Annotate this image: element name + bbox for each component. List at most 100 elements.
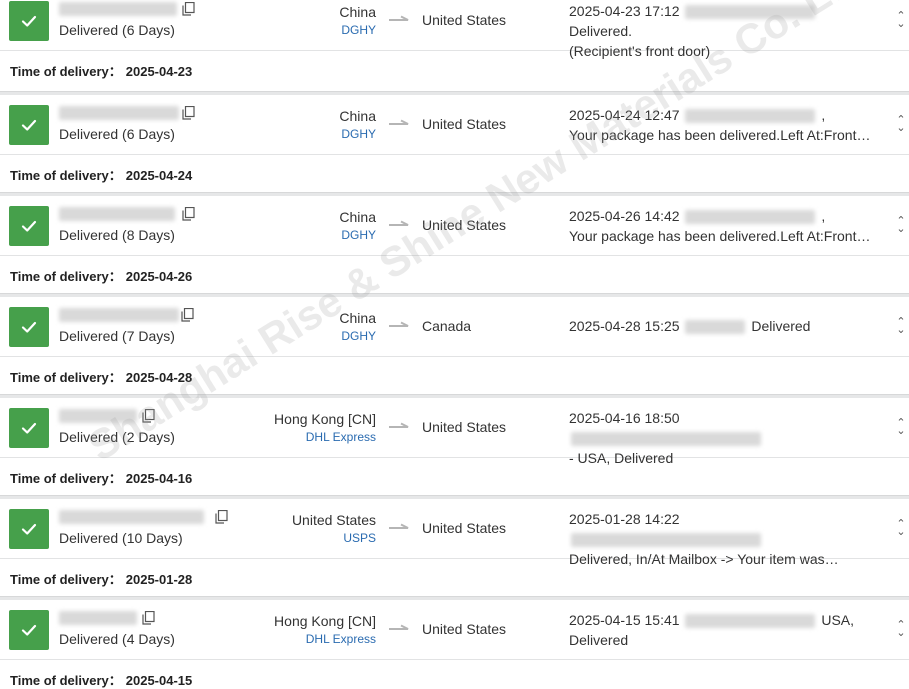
shipment-summary[interactable]: Delivered (10 Days) United States USPS U… xyxy=(0,499,909,567)
delivery-time-row: Time of delivery： 2025-04-15 xyxy=(0,660,909,689)
origin-country: China DGHY xyxy=(339,3,376,39)
carrier-link[interactable]: DGHY xyxy=(339,21,376,39)
arrow-right-icon xyxy=(389,15,409,21)
copy-icon[interactable] xyxy=(181,308,194,322)
origin-label: China xyxy=(339,4,376,20)
tracking-number[interactable] xyxy=(59,104,179,122)
delivery-time-label: Time of delivery： xyxy=(10,64,122,79)
redacted-location xyxy=(571,533,761,548)
chevron-up-down-icon[interactable]: ⌃ ⌄ xyxy=(895,620,907,639)
event-time: 2025-04-23 17:12 xyxy=(569,3,680,19)
tracking-number[interactable] xyxy=(59,306,179,324)
delivery-time-row: Time of delivery： 2025-04-26 xyxy=(0,256,909,295)
destination-country: United States xyxy=(422,520,507,536)
event-line-1: 2025-04-15 15:41 USA, xyxy=(569,610,874,630)
carrier-link[interactable]: DGHY xyxy=(339,125,376,143)
carrier-link[interactable]: DGHY xyxy=(339,327,376,345)
event-time: 2025-01-28 14:22 xyxy=(569,511,680,527)
event-line-2: (Recipient's front door) xyxy=(569,43,711,59)
copy-icon[interactable] xyxy=(182,207,195,221)
arrow-right-icon xyxy=(389,220,409,226)
delivery-date: 2025-04-26 xyxy=(125,269,193,284)
chevron-up-down-icon[interactable]: ⌃ ⌄ xyxy=(895,115,907,134)
event-line-1: 2025-01-28 14:22 xyxy=(569,509,874,549)
delivery-date: 2025-04-23 xyxy=(125,64,193,79)
event-tail: USA, xyxy=(821,612,855,628)
shipment-card[interactable]: Delivered (6 Days) China DGHY United Sta… xyxy=(0,0,909,92)
arrow-right-icon xyxy=(389,119,409,125)
tracking-number[interactable] xyxy=(59,508,204,526)
shipment-card[interactable]: Delivered (8 Days) China DGHY United Sta… xyxy=(0,193,909,294)
check-icon xyxy=(9,1,49,41)
origin-label: United States xyxy=(291,512,376,528)
shipment-card[interactable]: Delivered (2 Days) Hong Kong [CN] DHL Ex… xyxy=(0,395,909,496)
carrier-link[interactable]: DHL Express xyxy=(274,630,376,648)
tracking-number[interactable] xyxy=(59,407,179,425)
shipment-list: Delivered (6 Days) China DGHY United Sta… xyxy=(0,0,909,689)
event-line-2: Delivered, In/At Mailbox -> Your item wa… xyxy=(569,551,839,567)
tracking-number[interactable] xyxy=(59,0,179,18)
copy-icon[interactable] xyxy=(215,510,228,524)
origin-label: China xyxy=(339,209,376,225)
carrier-link[interactable]: DGHY xyxy=(339,226,376,244)
shipment-card[interactable]: Delivered (7 Days) China DGHY Canada 202… xyxy=(0,294,909,395)
shipment-card[interactable]: Delivered (6 Days) China DGHY United Sta… xyxy=(0,92,909,193)
shipment-summary[interactable]: Delivered (6 Days) China DGHY United Sta… xyxy=(0,95,909,155)
event-line-1: 2025-04-24 12:47 , xyxy=(569,105,874,125)
delivery-status: Delivered (10 Days) xyxy=(59,530,183,546)
latest-event: 2025-04-28 15:25 Delivered xyxy=(569,307,874,335)
chevron-up-down-icon[interactable]: ⌃ ⌄ xyxy=(895,11,907,30)
delivery-time-label: Time of delivery： xyxy=(10,572,122,587)
chevron-up-down-icon[interactable]: ⌃ ⌄ xyxy=(895,519,907,538)
copy-icon[interactable] xyxy=(182,106,195,120)
event-time: 2025-04-24 12:47 xyxy=(569,107,680,123)
event-tail: Delivered. xyxy=(569,23,633,39)
delivery-time-label: Time of delivery： xyxy=(10,269,122,284)
delivery-time-row: Time of delivery： 2025-04-24 xyxy=(0,155,909,194)
carrier-link[interactable]: USPS xyxy=(292,529,376,547)
event-line-1: 2025-04-23 17:12 Delivered. xyxy=(569,1,874,41)
shipment-summary[interactable]: Delivered (7 Days) China DGHY Canada 202… xyxy=(0,297,909,357)
delivery-status: Delivered (8 Days) xyxy=(59,227,175,243)
chevron-up-down-icon[interactable]: ⌃ ⌄ xyxy=(895,317,907,336)
event-tail: Delivered xyxy=(751,318,811,334)
copy-icon[interactable] xyxy=(142,409,155,423)
chevron-up-down-icon[interactable]: ⌃ ⌄ xyxy=(895,216,907,235)
redacted-location xyxy=(685,109,816,124)
copy-icon[interactable] xyxy=(182,2,195,16)
shipment-card[interactable]: Delivered (4 Days) Hong Kong [CN] DHL Ex… xyxy=(0,597,909,689)
shipment-card[interactable]: Delivered (10 Days) United States USPS U… xyxy=(0,496,909,597)
origin-country: Hong Kong [CN] DHL Express xyxy=(274,410,376,446)
event-line-2: Delivered xyxy=(569,632,629,648)
event-tail: , xyxy=(821,107,826,123)
event-line-2: Your package has been delivered.Left At:… xyxy=(569,127,871,143)
redacted-location xyxy=(685,320,746,335)
tracking-number[interactable] xyxy=(59,205,179,223)
delivery-date: 2025-04-28 xyxy=(125,370,193,385)
tracking-number[interactable] xyxy=(59,609,179,627)
origin-country: China DGHY xyxy=(339,208,376,244)
delivery-status: Delivered (6 Days) xyxy=(59,126,175,142)
event-line-2: - USA, Delivered xyxy=(569,450,674,466)
redacted-location xyxy=(685,210,816,225)
chevron-up-down-icon[interactable]: ⌃ ⌄ xyxy=(895,418,907,437)
shipment-summary[interactable]: Delivered (2 Days) Hong Kong [CN] DHL Ex… xyxy=(0,398,909,466)
shipment-summary[interactable]: Delivered (6 Days) China DGHY United Sta… xyxy=(0,0,909,59)
copy-icon[interactable] xyxy=(142,611,155,625)
latest-event: 2025-01-28 14:22 Delivered, In/At Mailbo… xyxy=(569,509,874,569)
carrier-link[interactable]: DHL Express xyxy=(274,428,376,446)
event-tail: , xyxy=(821,208,826,224)
shipment-summary[interactable]: Delivered (8 Days) China DGHY United Sta… xyxy=(0,196,909,256)
event-time: 2025-04-16 18:50 xyxy=(569,410,680,426)
delivery-time-row: Time of delivery： 2025-04-28 xyxy=(0,357,909,396)
event-line-1: 2025-04-16 18:50 xyxy=(569,408,874,448)
shipment-summary[interactable]: Delivered (4 Days) Hong Kong [CN] DHL Ex… xyxy=(0,600,909,660)
destination-country: United States xyxy=(422,116,507,132)
delivery-time-label: Time of delivery： xyxy=(10,370,122,385)
delivery-time-label: Time of delivery： xyxy=(10,673,122,688)
event-time: 2025-04-15 15:41 xyxy=(569,612,680,628)
destination-country: United States xyxy=(422,621,507,637)
delivery-status: Delivered (4 Days) xyxy=(59,631,175,647)
event-line-1: 2025-04-26 14:42 , xyxy=(569,206,874,226)
delivery-time-label: Time of delivery： xyxy=(10,471,122,486)
